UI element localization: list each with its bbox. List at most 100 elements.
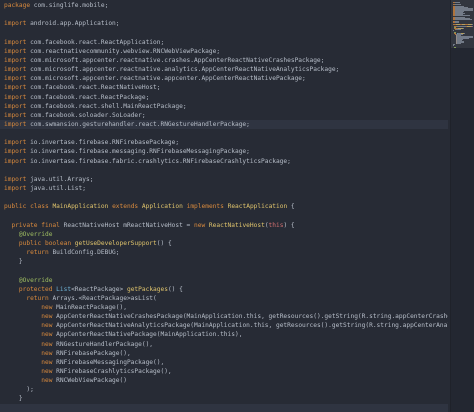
code-line[interactable]: } — [4, 394, 23, 403]
code-token: import — [4, 148, 27, 156]
code-token: List — [56, 285, 72, 293]
minimap-stroke — [454, 19, 473, 20]
code-line[interactable]: import io.invertase.firebase.fabric.cras… — [4, 157, 291, 166]
minimap-stroke — [456, 43, 462, 44]
code-line[interactable]: new RNFirebaseCrashlyticsPackage(), — [4, 367, 171, 376]
code-line[interactable]: import java.util.List; — [4, 184, 86, 193]
code-line[interactable]: package com.singlife.mobile; — [4, 1, 108, 10]
code-line[interactable] — [0, 403, 448, 412]
code-token: com.facebook.react.ReactPackage; — [26, 93, 150, 101]
minimap-stroke — [472, 24, 473, 25]
code-token: () { — [156, 239, 172, 247]
code-token: import — [4, 175, 27, 183]
code-line[interactable]: ); — [4, 385, 34, 394]
code-token: new — [41, 358, 53, 366]
code-token: io.invertase.firebase.RNFirebasePackage; — [26, 139, 180, 147]
code-line[interactable]: public class MainApplication extends App… — [4, 202, 295, 211]
minimap-stroke — [454, 4, 461, 5]
minimap-stroke — [456, 26, 466, 27]
code-token: com.microsoft.appcenter.reactnative.appc… — [26, 75, 306, 83]
code-token: public class — [4, 203, 49, 211]
code-token: implements — [186, 203, 224, 211]
minimap-stroke — [454, 47, 457, 48]
minimap-stroke — [463, 28, 465, 29]
code-token: import — [4, 84, 27, 92]
code-line[interactable]: new AppCenterReactNativeCrashesPackage(M… — [4, 312, 448, 321]
code-line[interactable]: import java.util.Arrays; — [4, 175, 93, 184]
code-line[interactable]: import com.reactnativecommunity.webview.… — [4, 47, 220, 56]
code-token: getPackages — [126, 285, 168, 293]
code-token: com.facebook.react.shell.MainReactPackag… — [26, 102, 187, 110]
code-token: import — [4, 38, 27, 46]
code-line[interactable]: new RNFirebaseMessagingPackage(), — [4, 358, 164, 367]
minimap[interactable] — [450, 0, 474, 412]
code-line[interactable]: import io.invertase.firebase.RNFirebaseP… — [4, 138, 179, 147]
minimap-stroke — [464, 33, 465, 34]
code-token: new — [194, 221, 206, 229]
code-line[interactable]: import android.app.Application; — [4, 19, 120, 28]
minimap-stroke — [456, 29, 461, 30]
code-line[interactable]: import com.swmansion.gesturehandler.reac… — [0, 119, 448, 129]
code-line[interactable]: return Arrays.<ReactPackage>asList( — [4, 294, 157, 303]
code-line[interactable]: } — [4, 257, 23, 266]
code-token: ); — [4, 386, 34, 394]
code-editor[interactable]: package com.singlife.mobile; import andro… — [0, 0, 474, 412]
code-token: new — [41, 322, 53, 330]
code-line[interactable]: new MainReactPackage(), — [4, 303, 127, 312]
code-token: new — [41, 349, 53, 357]
code-line[interactable]: new RNGestureHandlerPackage(), — [4, 340, 153, 349]
minimap-stroke — [453, 30, 455, 31]
code-token: import — [4, 185, 27, 192]
code-line[interactable]: import io.invertase.firebase.messaging.R… — [4, 147, 250, 156]
code-token: protected — [18, 285, 53, 293]
code-token: () { — [167, 285, 183, 293]
code-line[interactable]: private final ReactNativeHost mReactNati… — [4, 221, 294, 230]
minimap-stroke — [454, 22, 459, 23]
code-token: import — [4, 47, 27, 55]
code-token: import — [4, 66, 27, 74]
code-token: { — [287, 203, 295, 211]
code-token: Arrays.<ReactPackage>asList( — [48, 294, 157, 302]
code-token: import — [4, 75, 27, 83]
code-line[interactable]: new RNFirebasePackage(), — [4, 349, 130, 358]
code-area[interactable]: package com.singlife.mobile; import andro… — [0, 0, 448, 412]
code-token: import — [4, 56, 27, 64]
code-line[interactable]: new AppCenterReactNativeAnalyticsPackage… — [4, 321, 448, 330]
code-line[interactable]: return BuildConfig.DEBUG; — [4, 248, 120, 257]
code-line[interactable]: public boolean getUseDeveloperSupport() … — [4, 239, 172, 248]
code-line[interactable]: import com.facebook.react.ReactNativeHos… — [4, 83, 160, 92]
code-token: AppCenterReactNativeCrashesPackage(MainA… — [56, 313, 448, 321]
code-token: @Override — [18, 276, 53, 284]
code-token: io.invertase.firebase.fabric.crashlytics… — [26, 157, 291, 165]
code-line[interactable]: import com.facebook.react.ReactPackage; — [4, 93, 149, 102]
code-token: MainReactPackage(), — [52, 303, 127, 311]
code-line[interactable]: new RNCWebViewPackage() — [4, 376, 127, 385]
code-line[interactable]: import com.microsoft.appcenter.reactnati… — [4, 74, 306, 83]
code-token: new — [41, 377, 53, 385]
code-token: import — [4, 102, 27, 110]
code-token: AppCenterReactNativePackage(MainApplicat… — [52, 331, 243, 339]
code-token: private final — [11, 221, 60, 229]
code-token: package — [4, 2, 31, 9]
code-line[interactable]: @Override — [4, 230, 53, 239]
code-token: RNGestureHandlerPackage(), — [52, 340, 154, 348]
code-token: BuildConfig.DEBUG; — [48, 249, 120, 257]
code-line[interactable]: import com.facebook.react.ReactApplicati… — [4, 38, 164, 47]
code-line[interactable]: import com.facebook.soloader.SoLoader; — [4, 111, 146, 120]
code-token: Application — [141, 203, 183, 211]
code-line[interactable]: @Override — [4, 276, 53, 285]
code-line[interactable]: import com.facebook.react.shell.MainReac… — [4, 102, 187, 111]
code-token: MainApplication — [52, 203, 109, 211]
code-line[interactable]: import com.microsoft.appcenter.reactnati… — [4, 65, 339, 74]
code-line[interactable]: import com.microsoft.appcenter.reactnati… — [4, 56, 324, 65]
code-line[interactable]: new AppCenterReactNativePackage(MainAppl… — [4, 330, 242, 339]
code-line[interactable]: protected List<ReactPackage> getPackages… — [4, 285, 183, 294]
